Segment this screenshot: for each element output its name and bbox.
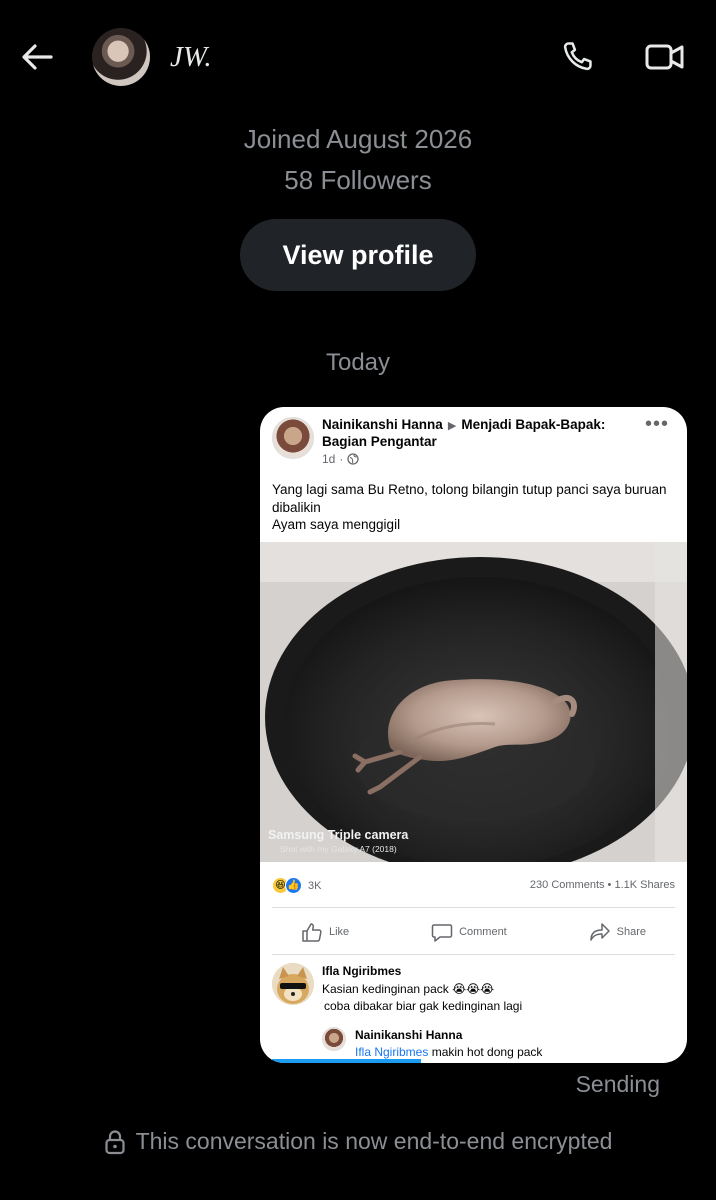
reaction-count: 3K bbox=[308, 879, 322, 892]
back-button[interactable] bbox=[18, 38, 56, 76]
call-button[interactable] bbox=[558, 38, 596, 76]
followers-count: 58 Followers bbox=[284, 165, 432, 195]
post-author-avatar bbox=[272, 417, 314, 459]
like-button[interactable]: Like bbox=[301, 922, 349, 942]
post-header: Nainikanshi Hanna ▶ Menjadi Bapak-Bapak:… bbox=[322, 417, 642, 450]
phone-icon bbox=[563, 42, 592, 71]
conversation-title[interactable]: JW. bbox=[170, 41, 212, 74]
upload-progress-fill bbox=[272, 1059, 422, 1063]
comment-author[interactable]: Ifla Ngiribmes bbox=[322, 964, 401, 978]
share-arrow-icon bbox=[589, 923, 610, 941]
view-profile-button[interactable]: View profile bbox=[240, 219, 476, 291]
reply-author[interactable]: Nainikanshi Hanna bbox=[355, 1028, 462, 1042]
thumbs-up-icon bbox=[302, 923, 322, 942]
like-label: Like bbox=[328, 926, 350, 938]
encryption-notice-text: This conversation is now end-to-end encr… bbox=[135, 1128, 613, 1154]
video-call-button[interactable] bbox=[644, 38, 686, 76]
pot-photo-illustration bbox=[260, 542, 687, 862]
comment-text-line: Kasian kedinginan pack 😭😭😭 bbox=[322, 982, 495, 996]
comment-bubble-icon bbox=[431, 924, 453, 942]
shared-post-message[interactable]: Nainikanshi Hanna ▶ Menjadi Bapak-Bapak:… bbox=[260, 407, 687, 1063]
commenter-avatar bbox=[272, 963, 314, 1005]
post-text: Yang lagi sama Bu Retno, tolong bilangin… bbox=[272, 482, 667, 532]
encryption-notice[interactable]: This conversation is now end-to-end encr… bbox=[0, 1128, 716, 1155]
camera-watermark-sub: Shot with my Galaxy A7 (2018) bbox=[280, 844, 397, 854]
conversation-header: JW. bbox=[0, 0, 716, 112]
comment-button[interactable]: Comment bbox=[431, 922, 507, 942]
share-button[interactable]: Share bbox=[589, 922, 646, 942]
post-actions: Like Comment Share bbox=[260, 917, 687, 947]
day-separator: Today bbox=[325, 349, 391, 376]
camera-watermark: Samsung Triple camera bbox=[268, 828, 409, 842]
arrow-left-icon bbox=[22, 44, 53, 70]
reply-mention[interactable]: Ifla Ngiribmes bbox=[355, 1045, 428, 1059]
post-author-name: Nainikanshi Hanna bbox=[322, 417, 443, 432]
message-status: Sending bbox=[575, 1071, 660, 1097]
divider bbox=[272, 954, 675, 955]
reply-text: Ifla Ngiribmes makin hot dong pack bbox=[355, 1045, 542, 1059]
upload-progress-bar bbox=[272, 1059, 675, 1063]
lock-icon bbox=[104, 1129, 125, 1154]
post-photo: Samsung Triple camera Shot with my Galax… bbox=[260, 542, 687, 862]
engagement-stats[interactable]: 230 Comments • 1.1K Shares bbox=[530, 879, 675, 891]
reaction-summary[interactable]: 😆 👍 3K bbox=[272, 877, 321, 894]
comment-label: Comment bbox=[459, 926, 507, 938]
joined-date: Joined August 2026 bbox=[243, 124, 473, 154]
divider bbox=[272, 907, 675, 908]
video-camera-icon bbox=[645, 44, 684, 70]
doge-sunglasses-avatar bbox=[272, 963, 314, 1005]
post-time: 1d bbox=[322, 452, 336, 466]
post-meta: 1d · bbox=[322, 452, 360, 466]
reply-author-avatar bbox=[322, 1027, 346, 1051]
comment-text-line: coba dibakar biar gak kedinginan lagi bbox=[324, 999, 523, 1013]
share-label: Share bbox=[616, 926, 647, 938]
globe-icon bbox=[347, 453, 360, 465]
caret-right-icon: ▶ bbox=[444, 420, 460, 432]
avatar[interactable] bbox=[92, 28, 150, 86]
more-options-icon[interactable]: ••• bbox=[645, 413, 669, 436]
like-reaction-icon: 👍 bbox=[285, 877, 302, 894]
reply-body: makin hot dong pack bbox=[428, 1045, 543, 1059]
